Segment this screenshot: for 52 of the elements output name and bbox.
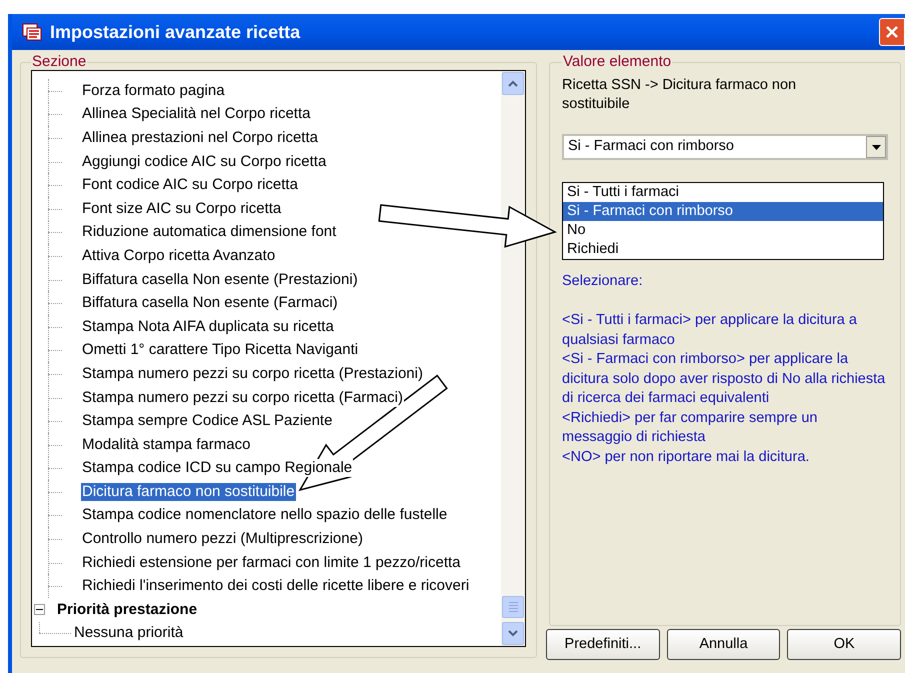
- tree-item[interactable]: Stampa numero pezzi su corpo ricetta (Farmaci): [81, 388, 404, 407]
- tree-item[interactable]: Allinea prestazioni nel Corpo ricetta: [81, 128, 319, 147]
- tree-item[interactable]: Richiedi estensione per farmaci con limite 1 pezzo/ricetta: [81, 554, 462, 572]
- tree-item[interactable]: Font codice AIC su Corpo ricetta: [81, 176, 299, 194]
- dropdown-button[interactable]: [866, 136, 886, 158]
- caret-icon: [872, 144, 880, 150]
- tree-item[interactable]: Attiva Corpo ricetta Avanzato: [81, 246, 276, 265]
- window-title: Impostazioni avanzate ricetta: [50, 20, 300, 44]
- dialog-button[interactable]: Annulla: [666, 629, 780, 660]
- tree-item[interactable]: Stampa codice ICD su campo Regionale: [81, 459, 354, 478]
- collapse-toggle[interactable]: [34, 604, 45, 616]
- element-path: Ricetta SSN -> Dicitura farmaco non sostituibile: [562, 76, 798, 114]
- help-text: <Richiedi> per far comparire sempre un messaggio di richiesta: [562, 408, 818, 447]
- help-text: <Si - Farmaci con rimborso> per applicare la dicitura solo dopo aver risposto di No alla richiesta di ricerca dei farmaci equivalenti: [562, 350, 886, 408]
- chevron-up-icon: [508, 80, 518, 87]
- scrollbar[interactable]: [501, 71, 525, 646]
- tree-item[interactable]: Font size AIC su Corpo ricetta: [81, 200, 282, 218]
- tree-item[interactable]: Ometti 1° carattere Tipo Ricetta Naviganti: [81, 341, 360, 360]
- help-heading: Selezionare:: [562, 272, 644, 291]
- tree-item[interactable]: Allinea Specialità nel Corpo ricetta: [81, 105, 312, 124]
- tree-item[interactable]: Forza formato pagina: [81, 82, 226, 100]
- tree-item[interactable]: Nessuna priorità: [73, 622, 184, 645]
- scroll-thumb[interactable]: [502, 596, 524, 618]
- form-icon: [22, 23, 42, 41]
- dialog-button[interactable]: Predefiniti...: [546, 629, 660, 660]
- dropdown-value: Si - Farmaci con rimborso: [568, 137, 735, 156]
- dropdown-option[interactable]: No: [563, 221, 883, 240]
- tree-item[interactable]: Aggiungi codice AIC su Corpo ricetta: [81, 152, 328, 171]
- scroll-up-button[interactable]: [502, 72, 524, 95]
- help-text: <NO> per non riportare mai la dicitura.: [562, 448, 810, 466]
- close-button[interactable]: [879, 18, 905, 46]
- dropdown-option[interactable]: Richiedi: [563, 240, 883, 259]
- tree-item[interactable]: Stampa Nota AIFA duplicata su ricetta: [81, 318, 335, 336]
- tree-item[interactable]: Stampa numero pezzi su corpo ricetta (Prestazioni): [81, 364, 424, 383]
- value-dropdown[interactable]: Si - Farmaci con rimborso: [562, 134, 888, 160]
- dropdown-option[interactable]: Si - Tutti i farmaci: [563, 183, 883, 202]
- chevron-down-icon: [508, 630, 518, 637]
- tree-item[interactable]: Modalità stampa farmaco: [81, 436, 252, 454]
- close-icon: [884, 24, 900, 40]
- scroll-down-button[interactable]: [502, 622, 524, 645]
- tree-item[interactable]: Biffatura casella Non esente (Prestazioni): [81, 270, 359, 289]
- tree-group[interactable]: Priorità prestazione: [57, 598, 198, 622]
- tree-item[interactable]: Dicitura farmaco non sostituibile: [81, 482, 296, 501]
- tree-item[interactable]: Stampa codice nomenclatore nello spazio delle fustelle: [81, 506, 448, 524]
- group-legend: Sezione: [31, 54, 88, 70]
- dropdown-option[interactable]: Si - Farmaci con rimborso: [563, 202, 883, 221]
- dialog-button[interactable]: OK: [787, 629, 902, 660]
- tree-item[interactable]: Controllo numero pezzi (Multiprescrizione): [81, 530, 364, 548]
- help-text: <Si - Tutti i farmaci> per applicare la dicitura a qualsiasi farmaco: [562, 311, 858, 350]
- tree-item[interactable]: Biffatura casella Non esente (Farmaci): [81, 294, 339, 312]
- tree-item[interactable]: Stampa sempre Codice ASL Paziente: [81, 412, 334, 430]
- group-legend: Valore elemento: [562, 54, 672, 70]
